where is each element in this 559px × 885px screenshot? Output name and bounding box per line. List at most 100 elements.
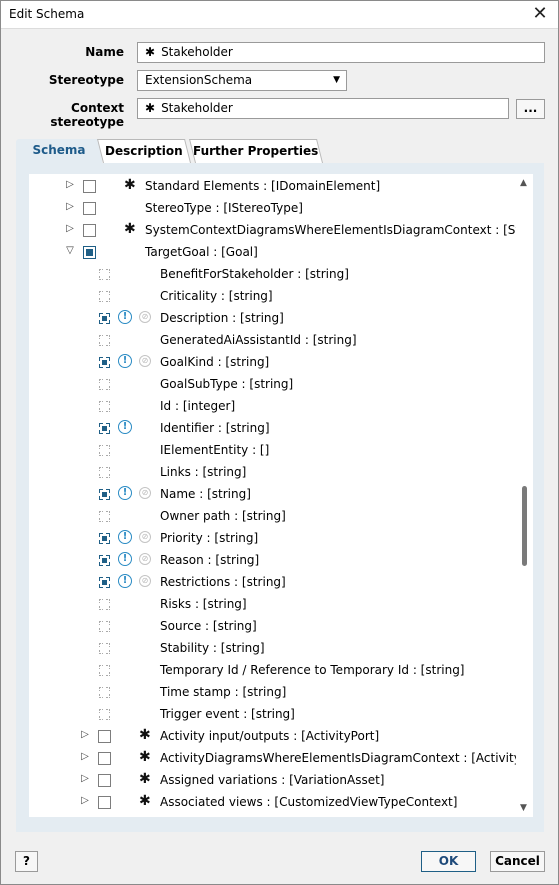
help-button[interactable]: ? [15, 851, 38, 872]
property-checkbox[interactable] [99, 379, 110, 390]
property-checkbox[interactable] [99, 709, 110, 720]
tree-row[interactable]: Temporary Id / Reference to Temporary Id… [29, 659, 516, 681]
tree-row[interactable]: GeneratedAiAssistantId : [string] [29, 329, 516, 351]
property-label: Description : [string] [160, 311, 284, 325]
tree-checkbox[interactable] [83, 224, 96, 237]
tree-row[interactable]: IElementEntity : [] [29, 439, 516, 461]
readonly-icon: ⊘ [139, 531, 151, 543]
name-field[interactable]: ✱ Stakeholder [137, 42, 545, 63]
tree-row[interactable]: Stability : [string] [29, 637, 516, 659]
property-checkbox[interactable] [99, 665, 110, 676]
property-checkbox[interactable] [99, 621, 110, 632]
readonly-icon: ⊘ [139, 553, 151, 565]
property-label: Id : [integer] [160, 399, 236, 413]
expand-toggle-icon[interactable]: ▷ [79, 773, 91, 784]
property-label: Links : [string] [160, 465, 247, 479]
scroll-up-icon[interactable]: ▲ [520, 178, 527, 188]
tree-item-label: Associated views : [CustomizedViewTypeCo… [160, 795, 458, 809]
schema-tree[interactable]: ▷ ✱ Standard Elements : [IDomainElement] ▷ S… [29, 174, 516, 817]
close-icon[interactable]: ✕ [528, 3, 552, 27]
tree-checkbox[interactable] [98, 730, 111, 743]
tree-row[interactable]: ▷ ✱ ActivityDiagramsWhereElementIsDiagramC… [29, 747, 516, 769]
property-checkbox[interactable] [99, 533, 110, 544]
tree-row[interactable]: Id : [integer] [29, 395, 516, 417]
property-checkbox[interactable] [99, 599, 110, 610]
property-label: Owner path : [string] [160, 509, 286, 523]
property-checkbox[interactable] [99, 489, 110, 500]
property-checkbox[interactable] [99, 335, 110, 346]
browse-button[interactable]: ... [516, 99, 545, 119]
tree-checkbox[interactable] [98, 774, 111, 787]
tree-row[interactable]: ! Identifier : [string] [29, 417, 516, 439]
property-label: Trigger event : [string] [160, 707, 295, 721]
tree-row[interactable]: ! ⊘ Restrictions : [string] [29, 571, 516, 593]
property-checkbox[interactable] [99, 313, 110, 324]
tree-checkbox[interactable] [83, 180, 96, 193]
tree-row[interactable]: Risks : [string] [29, 593, 516, 615]
tree-row[interactable]: ▽ TargetGoal : [Goal] [29, 241, 516, 263]
tree-row[interactable]: Source : [string] [29, 615, 516, 637]
expand-toggle-icon[interactable]: ▽ [64, 245, 76, 256]
vertical-scrollbar[interactable]: ▲ ▼ [516, 174, 533, 817]
expand-toggle-icon[interactable]: ▷ [79, 729, 91, 740]
mandatory-icon: ! [118, 574, 132, 588]
tree-row[interactable]: ! ⊘ Name : [string] [29, 483, 516, 505]
tree-row[interactable]: BenefitForStakeholder : [string] [29, 263, 516, 285]
expand-toggle-icon[interactable]: ▷ [64, 179, 76, 190]
property-label: Name : [string] [160, 487, 251, 501]
ok-button[interactable]: OK [421, 851, 476, 872]
property-checkbox[interactable] [99, 269, 110, 280]
tab-description[interactable]: Description [97, 139, 191, 163]
tree-row[interactable]: Time stamp : [string] [29, 681, 516, 703]
property-checkbox[interactable] [99, 291, 110, 302]
property-checkbox[interactable] [99, 467, 110, 478]
tree-row[interactable]: ▷ ✱ SystemContextDiagramsWhereElementIsDia… [29, 219, 516, 241]
tree-row[interactable]: GoalSubType : [string] [29, 373, 516, 395]
dropdown-arrow-icon[interactable]: ▼ [333, 71, 340, 90]
expand-toggle-icon[interactable]: ▷ [79, 751, 91, 762]
tree-row[interactable]: ▷ StereoType : [IStereoType] [29, 197, 516, 219]
scroll-thumb[interactable] [522, 486, 527, 566]
mandatory-icon: ! [118, 552, 132, 566]
tree-checkbox[interactable] [83, 246, 96, 259]
expand-toggle-icon[interactable]: ▷ [64, 201, 76, 212]
tree-row[interactable]: ▷ ✱ Standard Elements : [IDomainElement] [29, 175, 516, 197]
tab-schema[interactable]: Schema [16, 139, 102, 163]
property-label: Time stamp : [string] [160, 685, 287, 699]
tree-row[interactable]: ▷ ✱ Assigned variations : [VariationAsset] [29, 769, 516, 791]
property-checkbox[interactable] [99, 445, 110, 456]
property-checkbox[interactable] [99, 643, 110, 654]
property-checkbox[interactable] [99, 423, 110, 434]
property-checkbox[interactable] [99, 401, 110, 412]
property-checkbox[interactable] [99, 357, 110, 368]
property-checkbox[interactable] [99, 511, 110, 522]
tree-row[interactable]: ! ⊘ Reason : [string] [29, 549, 516, 571]
tab-further-properties[interactable]: Further Properties [189, 139, 323, 163]
context-stereotype-field[interactable]: ✱ Stakeholder [137, 98, 509, 119]
expand-toggle-icon[interactable]: ▷ [64, 223, 76, 234]
marker-icon: ✱ [124, 221, 136, 237]
dialog-title: Edit Schema [9, 7, 85, 21]
property-label: Stability : [string] [160, 641, 265, 655]
tree-checkbox[interactable] [98, 752, 111, 765]
tree-row[interactable]: ! ⊘ Priority : [string] [29, 527, 516, 549]
tree-row[interactable]: ! ⊘ Description : [string] [29, 307, 516, 329]
property-checkbox[interactable] [99, 687, 110, 698]
tree-row[interactable]: Links : [string] [29, 461, 516, 483]
tree-row[interactable]: Trigger event : [string] [29, 703, 516, 725]
tree-item-label: ActivityDiagramsWhereElementIsDiagramCon… [160, 751, 516, 765]
tree-row[interactable]: Criticality : [string] [29, 285, 516, 307]
property-label: GoalSubType : [string] [160, 377, 294, 391]
tree-row[interactable]: ▷ ✱ Associated views : [CustomizedViewType… [29, 791, 516, 813]
property-checkbox[interactable] [99, 577, 110, 588]
tree-checkbox[interactable] [83, 202, 96, 215]
tree-checkbox[interactable] [98, 796, 111, 809]
property-checkbox[interactable] [99, 555, 110, 566]
cancel-button[interactable]: Cancel [490, 851, 545, 872]
tree-row[interactable]: ! ⊘ GoalKind : [string] [29, 351, 516, 373]
tree-row[interactable]: ▷ ✱ Activity input/outputs : [ActivityPort… [29, 725, 516, 747]
tree-row[interactable]: Owner path : [string] [29, 505, 516, 527]
expand-toggle-icon[interactable]: ▷ [79, 795, 91, 806]
scroll-down-icon[interactable]: ▼ [520, 803, 527, 813]
stereotype-select[interactable]: ExtensionSchema ▼ [137, 70, 347, 91]
